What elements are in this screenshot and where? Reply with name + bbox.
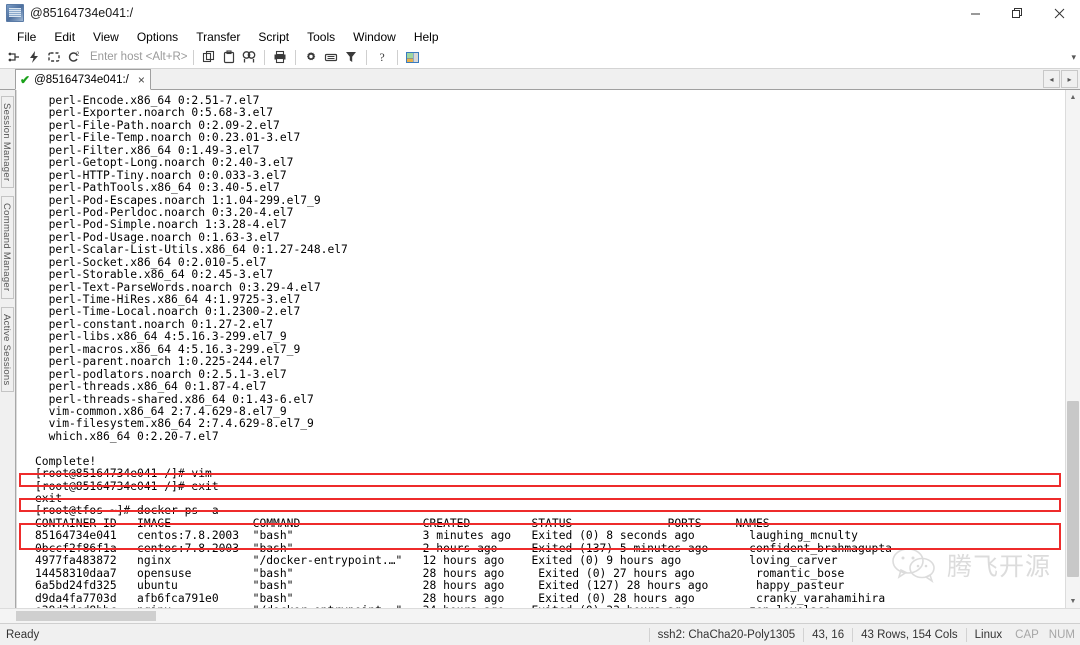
- status-ready: Ready: [6, 628, 40, 641]
- tab-nav-controls: ◂ ▸: [1043, 70, 1078, 88]
- session-tab-label: @85164734e041:/: [34, 73, 129, 86]
- find-icon[interactable]: [240, 48, 258, 66]
- terminal-line: perl-Scalar-List-Utils.x86_64 0:1.27-248…: [35, 243, 348, 257]
- menu-options[interactable]: Options: [128, 28, 187, 46]
- svg-text:?: ?: [379, 50, 384, 64]
- window-title: @85164734e041:/: [30, 6, 134, 20]
- status-bar: Ready ssh2: ChaCha20-Poly1305 43, 16 43 …: [0, 623, 1080, 645]
- toolbar-separator-5: [396, 49, 398, 65]
- terminal-line: perl-Time-Local.noarch 0:1.2300-2.el7: [35, 305, 301, 319]
- status-num-lock: NUM: [1048, 628, 1075, 641]
- toolbar-separator-3: [294, 49, 296, 65]
- menu-edit[interactable]: Edit: [45, 28, 84, 46]
- maximize-restore-button[interactable]: [996, 0, 1038, 26]
- paste-icon[interactable]: [220, 48, 238, 66]
- scroll-down-icon[interactable]: ▼: [1066, 594, 1080, 608]
- host-input[interactable]: Enter host <Alt+R>: [90, 51, 188, 63]
- connect-icon[interactable]: [5, 48, 23, 66]
- terminal-line: perl-parent.noarch 1:0.225-244.el7: [35, 355, 280, 369]
- keymap-icon[interactable]: [322, 48, 340, 66]
- tab-strip: ✔ @85164734e041:/ × ◂ ▸: [0, 69, 1080, 90]
- terminal-line: perl-Getopt-Long.noarch 0:2.40-3.el7: [35, 156, 294, 170]
- toolbar: 2 Enter host <Alt+R> ? ▾: [0, 46, 1080, 69]
- terminal-line: perl-File-Temp.noarch 0:0.23.01-3.el7: [35, 131, 301, 145]
- menu-view[interactable]: View: [84, 28, 128, 46]
- terminal-scrollbar[interactable]: ▲ ▼: [1065, 90, 1080, 608]
- print-icon[interactable]: [271, 48, 289, 66]
- window-controls: [954, 0, 1080, 26]
- terminal-app-icon: [6, 4, 24, 22]
- status-cursor-position: 43, 16: [803, 627, 852, 642]
- terminal-line: e39d3dcd8bbc nginx "/docker-entrypoint.……: [35, 604, 1065, 608]
- tab-prev-icon[interactable]: ◂: [1043, 70, 1060, 88]
- status-emulation: Linux: [965, 627, 1011, 642]
- status-dimensions: 43 Rows, 154 Cols: [852, 627, 966, 642]
- toolbar-separator-2: [263, 49, 265, 65]
- close-button[interactable]: [1038, 0, 1080, 26]
- green-check-icon: ✔: [20, 72, 31, 87]
- menu-transfer[interactable]: Transfer: [187, 28, 249, 46]
- terminal-line: [root@tfos ~]# docker ps -a: [35, 504, 219, 518]
- terminal-line: 4977fa483872 nginx "/docker-entrypoint.……: [35, 554, 838, 568]
- terminal-output: perl-Encode.x86_64 0:2.51-7.el7 perl-Exp…: [17, 90, 1065, 608]
- chat-window-icon[interactable]: [404, 48, 422, 66]
- reconnect-icon[interactable]: [45, 48, 63, 66]
- disconnect-icon[interactable]: 2: [65, 48, 83, 66]
- terminal-line: perl-libs.x86_64 4:5.16.3-299.el7_9: [35, 330, 287, 344]
- svg-text:2: 2: [76, 52, 80, 58]
- quick-connect-icon[interactable]: [25, 48, 43, 66]
- terminal-line: 6a5bd24fd325 ubuntu "bash" 28 hours ago …: [35, 579, 845, 593]
- terminal-line: perl-threads.x86_64 0:1.87-4.el7: [35, 380, 267, 394]
- title-bar: @85164734e041:/: [0, 0, 1080, 27]
- horizontal-scrollbar[interactable]: [0, 608, 1080, 623]
- scrollbar-thumb[interactable]: [1067, 400, 1079, 577]
- copy-icon[interactable]: [200, 48, 218, 66]
- minimize-button[interactable]: [954, 0, 996, 26]
- terminal-line: vim-filesystem.x86_64 2:7.4.629-8.el7_9: [35, 417, 314, 431]
- menu-file[interactable]: File: [8, 28, 45, 46]
- menu-window[interactable]: Window: [344, 28, 405, 46]
- toolbar-overflow-icon[interactable]: ▾: [1071, 52, 1076, 63]
- sidebar-item-active-sessions[interactable]: Active Sessions: [1, 306, 14, 393]
- filter-icon[interactable]: [342, 48, 360, 66]
- sidebar-item-session-manager[interactable]: Session Manager: [1, 96, 14, 189]
- toolbar-separator-1: [192, 49, 194, 65]
- terminal-line: perl-PathTools.x86_64 0:3.40-5.el7: [35, 181, 280, 195]
- terminal-line: perl-Exporter.noarch 0:5.68-3.el7: [35, 106, 274, 120]
- terminal-line: 85164734e041 centos:7.8.2003 "bash" 3 mi…: [35, 529, 858, 543]
- help-icon[interactable]: ?: [373, 48, 391, 66]
- session-tab[interactable]: ✔ @85164734e041:/ ×: [15, 69, 151, 90]
- terminal-line: [root@85164734e041 /]# vim: [35, 467, 212, 481]
- tab-close-icon[interactable]: ×: [138, 73, 145, 87]
- left-docked-panels: Session Manager Command Manager Active S…: [0, 90, 16, 608]
- terminal-line: which.x86_64 0:2.20-7.el7: [35, 429, 219, 443]
- terminal-line: [root@85164734e041 /]# exit: [35, 479, 219, 493]
- sidebar-item-command-manager[interactable]: Command Manager: [1, 196, 14, 299]
- scroll-up-icon[interactable]: ▲: [1066, 90, 1080, 104]
- gear-icon[interactable]: [302, 48, 320, 66]
- hscrollbar-thumb[interactable]: [16, 611, 156, 621]
- menu-tools[interactable]: Tools: [298, 28, 344, 46]
- tab-next-icon[interactable]: ▸: [1061, 70, 1078, 88]
- status-caps-lock: CAP: [1015, 628, 1039, 641]
- status-cipher: ssh2: ChaCha20-Poly1305: [648, 627, 803, 642]
- toolbar-separator-4: [365, 49, 367, 65]
- main-area: Session Manager Command Manager Active S…: [0, 90, 1080, 608]
- terminal-pane[interactable]: perl-Encode.x86_64 0:2.51-7.el7 perl-Exp…: [16, 90, 1065, 608]
- menu-script[interactable]: Script: [249, 28, 298, 46]
- terminal-line: perl-Pod-Simple.noarch 1:3.28-4.el7: [35, 218, 287, 232]
- menu-bar: File Edit View Options Transfer Script T…: [0, 27, 1080, 46]
- menu-help[interactable]: Help: [405, 28, 448, 46]
- terminal-line: perl-Storable.x86_64 0:2.45-3.el7: [35, 268, 274, 282]
